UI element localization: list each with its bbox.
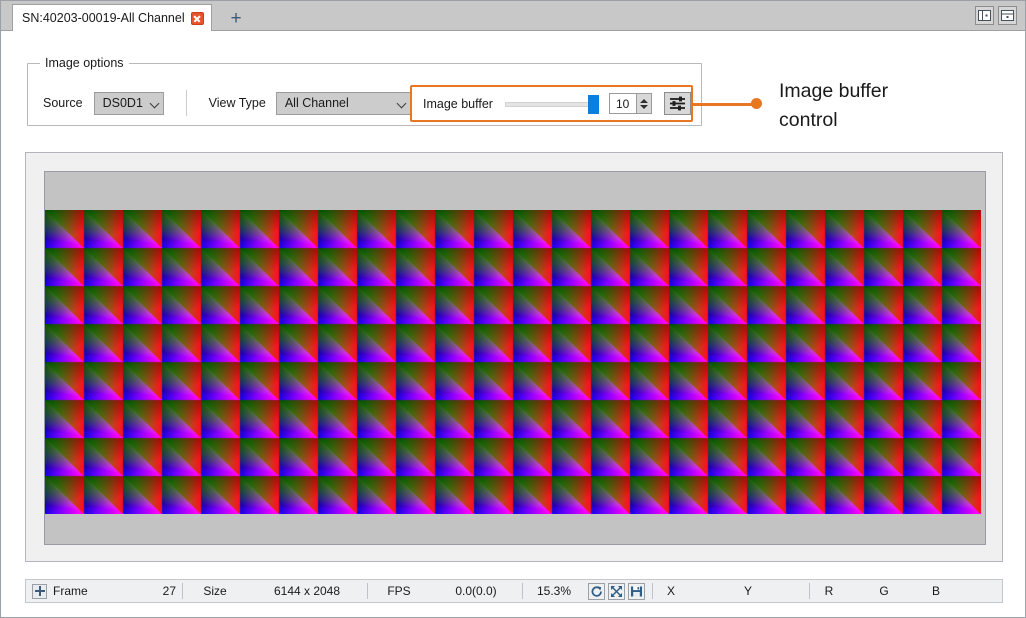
frame-label: Frame [53, 584, 88, 598]
split-vertical-icon [978, 10, 991, 21]
plus-icon: + [230, 7, 242, 29]
view-type-label: View Type [208, 96, 266, 110]
close-icon[interactable] [190, 11, 204, 25]
split-vertical-button[interactable] [975, 6, 994, 25]
application-window: SN:40203-00019-All Channel + Image optio… [0, 0, 1026, 618]
window-view-buttons [975, 6, 1017, 25]
x-value [689, 580, 733, 602]
image-buffer-spinner[interactable]: 10 [608, 93, 652, 114]
image-buffer-slider[interactable] [504, 94, 599, 114]
y-value [763, 580, 809, 602]
annotation-line-1: Image buffer [779, 80, 889, 102]
image-buffer-settings-button[interactable] [663, 92, 691, 115]
divider [185, 90, 187, 116]
chevron-down-icon [398, 99, 407, 108]
tab-all-channel[interactable]: SN:40203-00019-All Channel [12, 4, 212, 31]
fit-screen-button[interactable] [608, 582, 625, 600]
b-value [952, 580, 972, 602]
r-value [848, 580, 868, 602]
zoom-value: 15.3% [536, 584, 572, 598]
x-label: X [666, 584, 675, 598]
annotation-text: Image buffer control [779, 77, 1009, 136]
refresh-button[interactable] [588, 582, 605, 600]
slider-handle[interactable] [587, 94, 599, 114]
r-label: R [824, 584, 834, 598]
refresh-icon [591, 585, 602, 597]
add-tab-button[interactable]: + [225, 8, 247, 28]
view-type-select[interactable]: All Channel [275, 91, 414, 115]
save-button[interactable] [628, 582, 645, 600]
image-options-title: Image options [40, 56, 129, 70]
save-icon [631, 586, 642, 596]
image-canvas[interactable] [45, 210, 981, 514]
frame-value: 27 [162, 584, 176, 598]
fps-value: 0.0(0.0) [455, 584, 497, 598]
status-frame[interactable]: Frame [26, 580, 136, 602]
slider-track [504, 101, 593, 107]
split-horizontal-icon [1001, 10, 1014, 21]
chevron-down-icon [151, 99, 160, 108]
add-frame-icon[interactable] [32, 583, 47, 599]
annotation-leader-line [693, 102, 755, 106]
annotation-line-2: control [779, 109, 838, 132]
image-buffer-label: Image buffer [423, 96, 493, 111]
split-horizontal-button[interactable] [998, 6, 1017, 25]
sliders-icon [669, 96, 685, 111]
size-value: 6144 x 2048 [273, 584, 341, 598]
fps-label: FPS [387, 584, 411, 598]
status-bar: Frame 27 Size 6144 x 2048 FPS 0.0(0.0) 1… [25, 579, 1003, 603]
fit-screen-icon [611, 585, 622, 597]
tab-label: SN:40203-00019-All Channel [22, 10, 185, 25]
view-type-select-value: All Channel [284, 96, 349, 110]
b-label: B [931, 584, 940, 598]
source-select-value: DS0D1 [102, 96, 143, 110]
image-buffer-value[interactable]: 10 [609, 94, 636, 113]
spinner-buttons[interactable] [635, 94, 651, 113]
g-value [900, 580, 920, 602]
g-label: G [879, 584, 889, 598]
image-buffer-control: Image buffer 10 [410, 85, 693, 122]
chevron-down-icon[interactable] [639, 104, 648, 109]
chevron-up-icon[interactable] [639, 98, 648, 103]
source-select[interactable]: DS0D1 [93, 91, 164, 115]
image-panel [25, 152, 1003, 562]
size-label: Size [203, 584, 227, 598]
annotation-dot [751, 98, 762, 109]
tab-strip: SN:40203-00019-All Channel + [1, 1, 1025, 31]
y-label: Y [743, 584, 752, 598]
image-viewport[interactable] [44, 171, 986, 545]
source-label: Source [43, 96, 83, 110]
